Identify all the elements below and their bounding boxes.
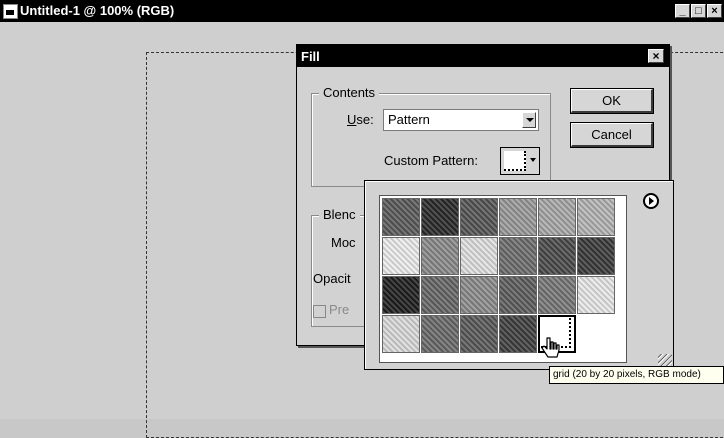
fill-dialog-title: Fill xyxy=(301,49,320,64)
ok-button[interactable]: OK xyxy=(570,88,654,114)
pattern-tile-grain[interactable] xyxy=(499,315,537,353)
chevron-down-icon[interactable] xyxy=(522,112,536,128)
use-select-value: Pattern xyxy=(388,112,430,127)
mode-label: Moc xyxy=(331,235,356,250)
pattern-tile-bubbles[interactable] xyxy=(382,198,420,236)
document-icon xyxy=(3,4,18,19)
pattern-tooltip: grid (20 by 20 pixels, RGB mode) xyxy=(549,366,724,384)
minimize-button[interactable]: _ xyxy=(675,4,690,18)
pattern-tile-rocks[interactable] xyxy=(499,237,537,275)
pattern-scrollbar[interactable] xyxy=(626,196,627,360)
pattern-tile-stucco[interactable] xyxy=(499,198,537,236)
fill-dialog-titlebar: Fill × xyxy=(297,45,669,67)
pattern-tile-fibers[interactable] xyxy=(460,315,498,353)
custom-pattern-label: Custom Pattern: xyxy=(384,153,478,168)
contents-legend: Contents xyxy=(319,85,380,100)
document-title: Untitled-1 @ 100% (RGB) xyxy=(20,3,175,18)
pattern-tile-cotton[interactable] xyxy=(538,198,576,236)
cancel-button[interactable]: Cancel xyxy=(570,122,654,148)
grid-pattern-icon xyxy=(504,151,526,171)
pattern-tile-speckle[interactable] xyxy=(538,276,576,314)
use-label: Use: xyxy=(347,112,374,127)
document-titlebar: Untitled-1 @ 100% (RGB) _ □ × xyxy=(0,0,724,22)
pattern-tile-gravel[interactable] xyxy=(421,276,459,314)
pattern-tile-granite[interactable] xyxy=(460,198,498,236)
hand-cursor-icon xyxy=(541,337,560,358)
pattern-tile-wood[interactable] xyxy=(421,198,459,236)
pattern-tile-linen[interactable] xyxy=(577,198,615,236)
fill-close-button[interactable]: × xyxy=(648,49,664,63)
pattern-tile-crumple[interactable] xyxy=(421,315,459,353)
pattern-tile-pebbles[interactable] xyxy=(460,276,498,314)
pattern-tile-moss[interactable] xyxy=(538,237,576,275)
pattern-picker xyxy=(364,180,674,370)
maximize-button[interactable]: □ xyxy=(691,4,706,18)
preserve-transparency-checkbox[interactable] xyxy=(313,305,326,318)
pattern-tile-checker[interactable] xyxy=(382,276,420,314)
pattern-tile-snow[interactable] xyxy=(460,237,498,275)
pattern-tile-clouds[interactable] xyxy=(421,237,459,275)
pattern-tile-leaves[interactable] xyxy=(499,276,537,314)
pattern-tile-squares[interactable] xyxy=(577,237,615,275)
use-select[interactable]: Pattern xyxy=(383,109,539,131)
blending-legend: Blenc xyxy=(319,207,360,222)
pattern-grid xyxy=(379,195,627,363)
close-button[interactable]: × xyxy=(707,4,722,18)
picker-menu-icon[interactable] xyxy=(643,193,659,209)
pattern-tile-paper[interactable] xyxy=(382,237,420,275)
chevron-down-icon xyxy=(530,158,536,162)
custom-pattern-swatch[interactable] xyxy=(500,147,540,175)
preserve-label: Pre xyxy=(329,302,350,317)
opacity-label: Opacit xyxy=(313,271,351,286)
pattern-tile-marble[interactable] xyxy=(382,315,420,353)
use-label-rest: se: xyxy=(356,112,374,127)
pattern-tile-stripes[interactable] xyxy=(577,276,615,314)
